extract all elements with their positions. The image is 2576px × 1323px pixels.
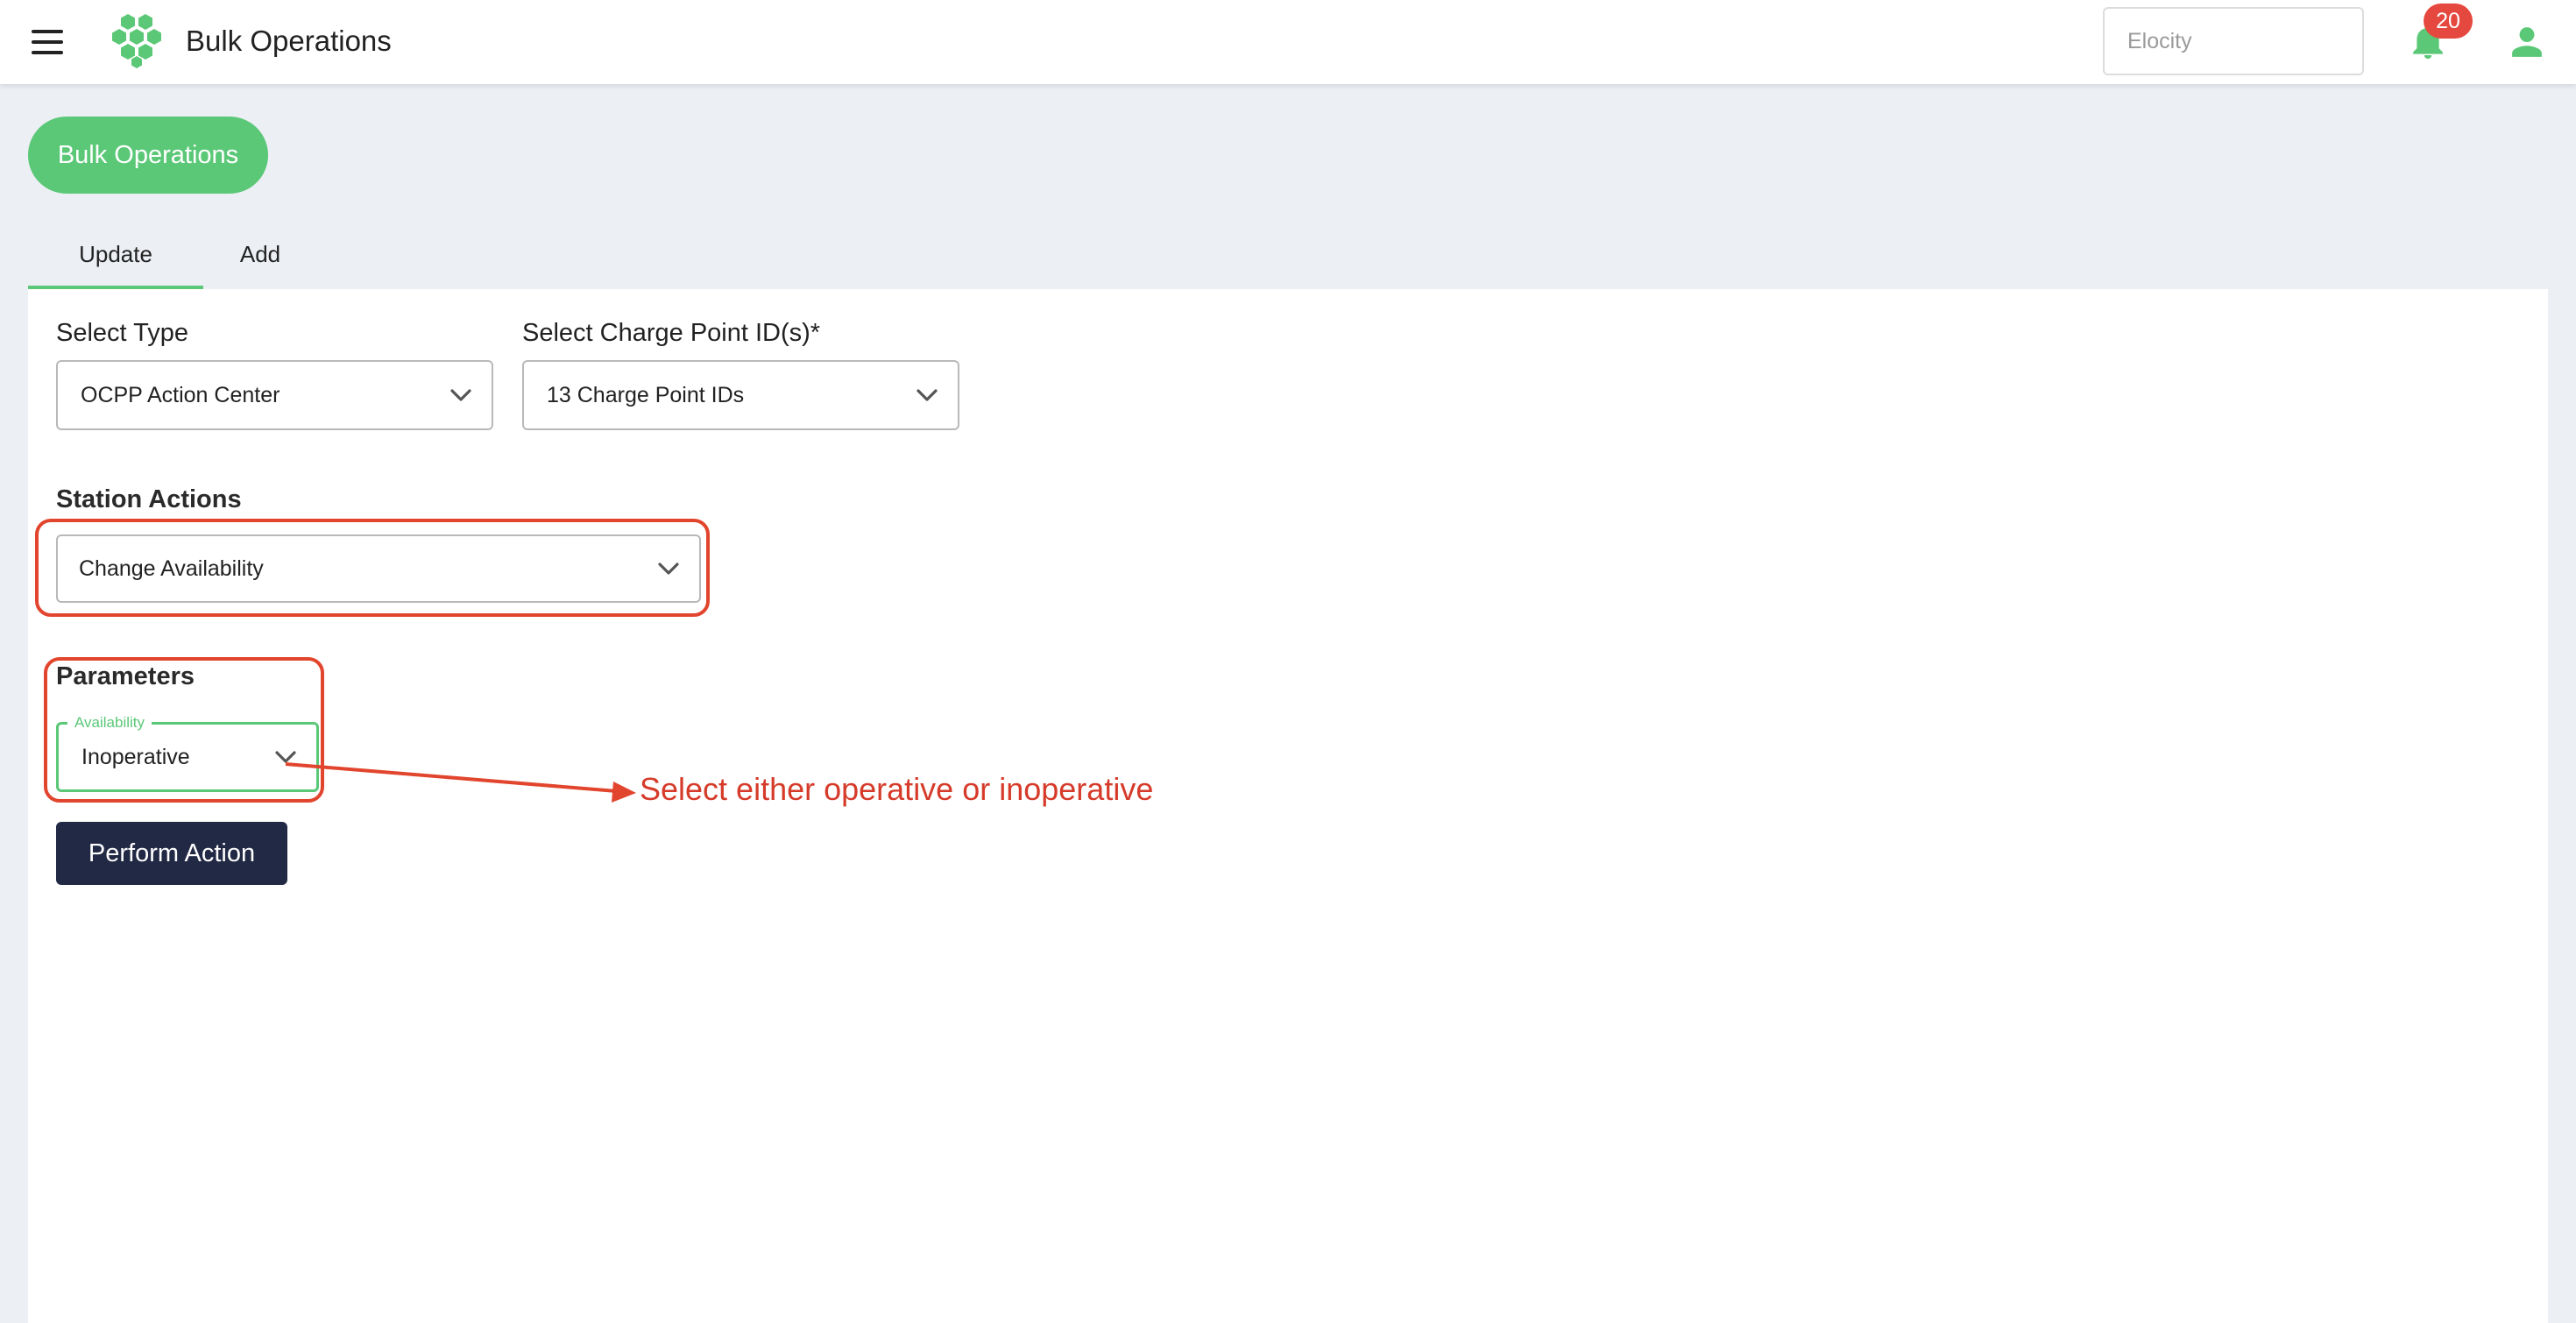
notification-badge: 20 [2424, 4, 2473, 39]
chevron-down-icon [450, 389, 471, 401]
station-actions-label: Station Actions [56, 485, 242, 513]
user-icon[interactable] [2508, 23, 2546, 61]
app-title: Bulk Operations [186, 25, 392, 57]
organization-input[interactable] [2103, 7, 2364, 75]
perform-action-button[interactable]: Perform Action [56, 822, 287, 885]
select-type-value: OCPP Action Center [81, 382, 280, 407]
menu-icon[interactable] [28, 25, 68, 60]
charge-point-dropdown[interactable]: 13 Charge Point IDs [522, 360, 959, 430]
content-card [28, 289, 2548, 1323]
bulk-operations-button[interactable]: Bulk Operations [28, 117, 268, 194]
annotation-text: Select either operative or inoperative [640, 771, 1154, 807]
app-logo-icon [112, 14, 161, 68]
station-action-highlight [35, 519, 710, 617]
tab-update[interactable]: Update [28, 219, 203, 291]
select-type-dropdown[interactable]: OCPP Action Center [56, 360, 493, 430]
tab-add[interactable]: Add [203, 219, 317, 289]
charge-point-label: Select Charge Point ID(s)* [522, 319, 821, 347]
app-bar: Bulk Operations 20 [0, 0, 2576, 84]
chevron-down-icon [916, 389, 938, 401]
tab-bar: Update Add [28, 219, 379, 291]
charge-point-value: 13 Charge Point IDs [547, 382, 745, 407]
annotation-arrow [285, 762, 636, 803]
select-type-label: Select Type [56, 319, 189, 347]
